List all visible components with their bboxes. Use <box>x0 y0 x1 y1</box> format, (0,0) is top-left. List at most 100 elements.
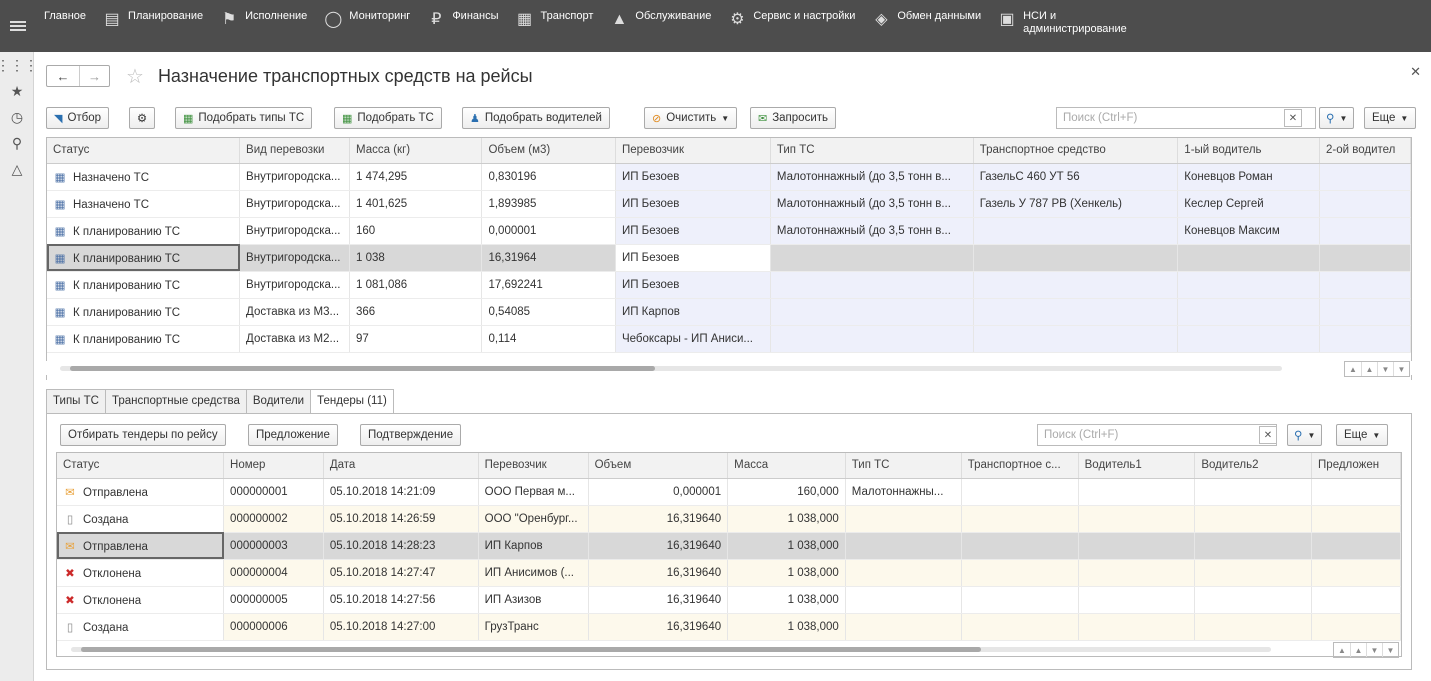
tender-search-input[interactable]: Поиск (Ctrl+F) <box>1037 424 1277 446</box>
column-header[interactable]: Масса <box>727 453 846 479</box>
table-row[interactable]: ✉ Отправлена 000000001 05.10.2018 14:21:09 О… <box>57 478 1401 506</box>
favorites-star-icon[interactable]: ★ <box>0 78 34 104</box>
pick-vehicles-label: Подобрать ТС <box>357 112 434 124</box>
table-row[interactable]: ▦ К планированию ТС Доставка из М3... 366 0,… <box>47 298 1411 326</box>
request-button[interactable]: ✉ Запросить <box>750 107 837 129</box>
offer-button[interactable]: Предложение <box>248 424 338 446</box>
column-header[interactable]: Транспортное с... <box>961 453 1079 479</box>
column-header[interactable]: Масса (кг) <box>349 138 483 164</box>
table-row[interactable]: ▦ К планированию ТС Внутригородска... 1 038… <box>47 244 1411 272</box>
pick-drivers-button[interactable]: ♟ Подобрать водителей <box>462 107 610 129</box>
column-header[interactable]: Тип ТС <box>845 453 962 479</box>
column-header[interactable]: Транспортное средство <box>973 138 1179 164</box>
scroll-down-icon[interactable]: ▼ <box>1377 362 1393 376</box>
tenders-horizontal-scrollbar[interactable]: ▲ ▲ ▼ ▼ <box>57 642 1401 658</box>
scroll-top-icon[interactable]: ▲ <box>1345 362 1361 376</box>
column-header[interactable]: Объем <box>588 453 729 479</box>
table-row[interactable]: ▦ К планированию ТС Внутригородска... 160 0,… <box>47 217 1411 245</box>
table-cell: ИП Анисимов (... <box>478 559 589 587</box>
scroll-up-icon[interactable]: ▲ <box>1350 643 1366 657</box>
column-header[interactable]: Дата <box>323 453 479 479</box>
chevron-down-icon: ▼ <box>1307 430 1316 440</box>
bell-icon[interactable]: △ <box>0 156 34 182</box>
filter-tenders-button[interactable]: Отбирать тендеры по рейсу <box>60 424 226 446</box>
trips-horizontal-scrollbar[interactable]: ▲ ▲ ▼ ▼ <box>46 361 1412 377</box>
tab-vehicles[interactable]: Транспортные средства <box>104 389 247 413</box>
column-header[interactable]: Перевозчик <box>615 138 771 164</box>
favorite-star-icon[interactable]: ☆ <box>126 64 144 89</box>
table-cell: 1 038,000 <box>727 613 846 641</box>
search-clear-icon[interactable]: ✕ <box>1284 109 1302 127</box>
scroll-top-icon[interactable]: ▲ <box>1334 643 1350 657</box>
table-row[interactable]: ▯ Создана 000000006 05.10.2018 14:27:00 Груз… <box>57 613 1401 641</box>
column-header[interactable]: Номер <box>223 453 324 479</box>
menu-item-exchange[interactable]: ◈ Обмен данными <box>863 0 989 52</box>
table-cell: 1 081,086 <box>349 271 483 299</box>
menu-item-planning[interactable]: ▤ Планирование <box>94 0 211 52</box>
scroll-up-icon[interactable]: ▲ <box>1361 362 1377 376</box>
status-text: К планированию ТС <box>73 333 181 346</box>
column-header[interactable]: Вид перевозки <box>239 138 351 164</box>
column-header[interactable]: Перевозчик <box>478 453 589 479</box>
column-header[interactable]: Объем (м3) <box>481 138 616 164</box>
scroll-bottom-icon[interactable]: ▼ <box>1382 643 1398 657</box>
grid-icon[interactable]: ⋮⋮⋮ <box>0 52 38 78</box>
table-row[interactable]: ✖ Отклонена 000000005 05.10.2018 14:27:56 ИП… <box>57 586 1401 614</box>
menu-item-transport[interactable]: ▦ Транспорт <box>507 0 602 52</box>
clear-label: Очистить <box>666 112 717 124</box>
table-row[interactable]: ✖ Отклонена 000000004 05.10.2018 14:27:47 ИП… <box>57 559 1401 587</box>
history-icon[interactable]: ◷ <box>0 104 34 130</box>
scroll-bottom-icon[interactable]: ▼ <box>1393 362 1409 376</box>
table-row[interactable]: ▦ Назначено ТС Внутригородска... 1 401,625 1… <box>47 190 1411 218</box>
back-arrow-icon[interactable]: ← <box>47 66 79 86</box>
column-header[interactable]: Статус <box>57 453 225 479</box>
menu-item-monitoring[interactable]: ◯ Мониторинг <box>315 0 418 52</box>
table-cell: ИП Безоев <box>615 244 771 272</box>
column-header[interactable]: 2-ой водител <box>1319 138 1411 164</box>
table-cell <box>973 298 1179 326</box>
table-cell: 05.10.2018 14:21:09 <box>323 478 479 506</box>
table-row[interactable]: ▦ К планированию ТС Внутригородска... 1 081… <box>47 271 1411 299</box>
search-icon[interactable]: ⚲ <box>0 130 34 156</box>
column-header[interactable]: 1-ый водитель <box>1177 138 1321 164</box>
search-input[interactable]: Поиск (Ctrl+F) <box>1056 107 1316 129</box>
column-header[interactable]: Статус <box>47 138 241 164</box>
scroll-thumb[interactable] <box>70 366 655 371</box>
tender-search-clear-icon[interactable]: ✕ <box>1259 426 1277 444</box>
table-row[interactable]: ▦ К планированию ТС Доставка из М2... 97 0,1… <box>47 325 1411 353</box>
scroll-thumb[interactable] <box>81 647 981 652</box>
tab-tenders[interactable]: Тендеры (11) <box>310 389 394 414</box>
hamburger-menu-icon[interactable] <box>0 0 36 52</box>
pick-vehicles-button[interactable]: ▦ Подобрать ТС <box>334 107 442 129</box>
confirm-button[interactable]: Подтверждение <box>360 424 462 446</box>
tab-vehicle-types[interactable]: Типы ТС <box>46 389 106 413</box>
more-button[interactable]: Еще ▼ <box>1364 107 1417 129</box>
tender-more-button[interactable]: Еще ▼ <box>1336 424 1389 446</box>
column-header[interactable]: Водитель2 <box>1194 453 1313 479</box>
pick-types-button[interactable]: ▦ Подобрать типы ТС <box>175 107 313 129</box>
menu-item-settings[interactable]: ⚙ Сервис и настройки <box>719 0 863 52</box>
menu-item-execution[interactable]: ⚑ Исполнение <box>211 0 315 52</box>
menu-item-admin[interactable]: ▣ НСИ и администрирование <box>989 0 1127 52</box>
clear-button[interactable]: ⊘ Очистить ▼ <box>644 107 738 129</box>
table-row[interactable]: ▯ Создана 000000002 05.10.2018 14:26:59 ООО … <box>57 505 1401 533</box>
menu-item-finance[interactable]: ₽ Финансы <box>418 0 506 52</box>
column-header[interactable]: Предложен <box>1311 453 1401 479</box>
column-header[interactable]: Тип ТС <box>770 138 974 164</box>
scroll-down-icon[interactable]: ▼ <box>1366 643 1382 657</box>
tender-search-button[interactable]: ⚲ ▼ <box>1287 424 1323 446</box>
filter-button[interactable]: ◥ Отбор <box>46 107 110 129</box>
tab-drivers[interactable]: Водители <box>245 389 312 413</box>
menu-item-service[interactable]: ▲ Обслуживание <box>601 0 719 52</box>
table-row[interactable]: ▦ Назначено ТС Внутригородска... 1 474,295 0… <box>47 163 1411 191</box>
column-header[interactable]: Водитель1 <box>1078 453 1196 479</box>
search-button[interactable]: ⚲ ▼ <box>1319 107 1355 129</box>
settings-button[interactable]: ⚙ <box>129 107 155 129</box>
main-form: ← → ☆ Назначение транспортных средств на… <box>34 52 1431 681</box>
table-row[interactable]: ✉ Отправлена 000000003 05.10.2018 14:28:23 И… <box>57 532 1401 560</box>
close-icon[interactable]: ✕ <box>1410 64 1421 80</box>
table-cell: 1 038 <box>349 244 483 272</box>
forward-arrow-icon[interactable]: → <box>79 66 109 86</box>
menu-item-main[interactable]: Главное <box>36 0 94 52</box>
status-text: Отправлена <box>83 540 148 553</box>
